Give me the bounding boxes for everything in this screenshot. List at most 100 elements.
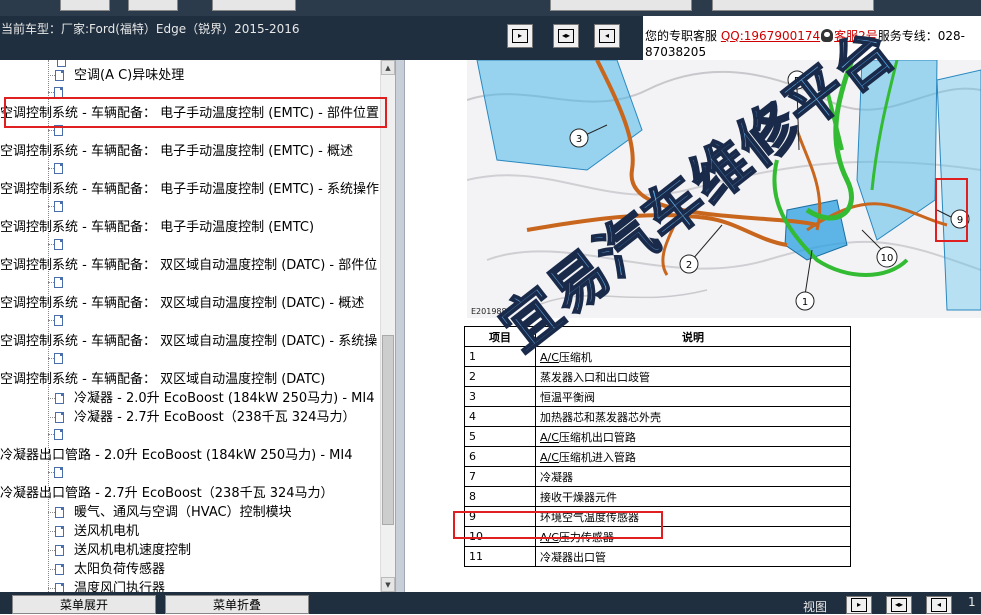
tree-item[interactable]: 空调(A C)异味处理 <box>74 67 184 84</box>
view-label: 视图 <box>803 600 828 614</box>
tree-connector-line <box>48 92 54 93</box>
parts-table-row: 7 冷凝器 <box>464 466 851 487</box>
part-description-cell: 加热器芯和蒸发器芯外壳 <box>535 406 851 427</box>
tree-connector-line <box>48 472 54 473</box>
part-description: 压缩机 <box>558 350 592 364</box>
bottom-bar: 菜单展开 菜单折叠 视图 ▸ ◂▸ ◂ 1 <box>0 592 981 614</box>
tree-connector-line <box>48 398 55 399</box>
hotline-number: 87038205 <box>645 45 707 59</box>
panel-splitter[interactable] <box>395 60 405 592</box>
tree-item[interactable]: 暖气、通风与空调（HVAC）控制模块 <box>74 504 292 521</box>
tree-connector-line <box>48 531 55 532</box>
toolbar-button-5[interactable] <box>712 0 874 11</box>
parts-table-row: 3 恒温平衡阀 <box>464 386 851 407</box>
panel-left-icon: ▸ <box>512 29 528 43</box>
tree-connector-line <box>48 434 54 435</box>
tree-item[interactable]: 空调控制系统 - 车辆配备： 双区域自动温度控制 (DATC) <box>0 371 325 388</box>
tree-item[interactable]: 太阳负荷传感器 <box>74 561 165 578</box>
part-description-prefix[interactable]: A/C <box>540 451 559 464</box>
part-description-cell: A/C压缩机 <box>535 346 851 367</box>
tree-item[interactable]: 温度风门执行器 <box>74 580 165 592</box>
scroll-up-arrow[interactable]: ▲ <box>381 60 395 75</box>
tree-item[interactable]: 空调控制系统 - 车辆配备： 双区域自动温度控制 (DATC) - 概述 <box>0 295 364 312</box>
tree-item[interactable]: 空调控制系统 - 车辆配备： 双区域自动温度控制 (DATC) - 系统操 <box>0 333 377 350</box>
part-description-cell: 冷凝器出口管 <box>535 546 851 567</box>
callout-3: 3 <box>576 134 582 145</box>
view-right-button[interactable]: ◂ <box>594 24 620 48</box>
tree-connector-line <box>48 168 54 169</box>
part-item-number: 6 <box>464 446 536 467</box>
tree-scrollbar[interactable]: ▲ ▼ <box>380 60 395 592</box>
page-number: 1 <box>968 595 976 609</box>
parts-table-row: 4 加热器芯和蒸发器芯外壳 <box>464 406 851 427</box>
tree-connector-line <box>48 588 55 589</box>
part-description-cell: 冷凝器 <box>535 466 851 487</box>
document-icon <box>54 201 63 212</box>
toolbar-button-3[interactable] <box>212 0 296 11</box>
parts-table-row: 2 蒸发器入口和出口歧管 <box>464 366 851 387</box>
tree-item[interactable]: 空调控制系统 - 车辆配备： 电子手动温度控制 (EMTC) - 系统操作 <box>0 181 379 198</box>
panel-left-icon: ▸ <box>851 598 867 612</box>
collapse-menu-button[interactable]: 菜单折叠 <box>165 595 309 614</box>
toolbar-button-1[interactable] <box>60 0 110 11</box>
tree-item[interactable]: 冷凝器出口管路 - 2.7升 EcoBoost（238千瓦 324马力） <box>0 485 334 502</box>
part-description: 压缩机进入管路 <box>558 450 636 464</box>
tree-connector-line <box>48 569 55 570</box>
part-description-cell: A/C压缩机出口管路 <box>535 426 851 447</box>
document-icon <box>55 393 64 404</box>
part-description: 恒温平衡阀 <box>540 390 595 404</box>
tree-item[interactable]: 送风机电机速度控制 <box>74 542 191 559</box>
part-description: 加热器芯和蒸发器芯外壳 <box>540 410 661 424</box>
footer-view-right-button[interactable]: ◂ <box>926 596 952 614</box>
document-icon <box>55 583 64 592</box>
part-description: 接收干燥器元件 <box>540 490 617 504</box>
part-description-prefix[interactable]: A/C <box>540 431 559 444</box>
tree-item[interactable]: 冷凝器 - 2.0升 EcoBoost (184kW 250马力) - MI4 <box>74 390 374 407</box>
navigation-tree-panel: 空调(A C)异味处理空调控制系统 - 车辆配备： 电子手动温度控制 (EMTC… <box>0 60 380 592</box>
tree-item[interactable]: 空调控制系统 - 车辆配备： 双区域自动温度控制 (DATC) - 部件位 <box>0 257 377 274</box>
document-icon <box>54 429 63 440</box>
tree-connector-line <box>48 512 55 513</box>
document-icon <box>55 526 64 537</box>
scroll-down-arrow[interactable]: ▼ <box>381 577 395 592</box>
footer-view-left-button[interactable]: ▸ <box>846 596 872 614</box>
tree-connector-line <box>48 282 54 283</box>
tree-item[interactable]: 空调控制系统 - 车辆配备： 电子手动温度控制 (EMTC) - 概述 <box>0 143 353 160</box>
parts-table-row: 5 A/C压缩机出口管路 <box>464 426 851 447</box>
view-left-button[interactable]: ▸ <box>507 24 533 48</box>
panel-split-icon: ◂▸ <box>558 29 574 43</box>
parts-table-row: 11 冷凝器出口管 <box>464 546 851 567</box>
document-icon <box>57 60 66 67</box>
scroll-thumb[interactable] <box>382 335 394 525</box>
toolbar-button-4[interactable] <box>550 0 692 11</box>
tree-item[interactable]: 冷凝器出口管路 - 2.0升 EcoBoost (184kW 250马力) - … <box>0 447 352 464</box>
parts-table-row: 6 A/C压缩机进入管路 <box>464 446 851 467</box>
toolbar-button-2[interactable] <box>128 0 178 11</box>
callout-10: 10 <box>881 253 894 264</box>
tree-connector-line <box>48 244 54 245</box>
part-description: 冷凝器出口管 <box>540 550 606 564</box>
hotline-label: 服务专线：028- <box>877 29 966 43</box>
qq-link[interactable]: QQ:1967900174 <box>721 29 820 43</box>
part-description-cell: A/C压缩机进入管路 <box>535 446 851 467</box>
document-icon <box>54 239 63 250</box>
expand-menu-button[interactable]: 菜单展开 <box>12 595 156 614</box>
current-car-model: 当前车型：厂家:Ford(福特）Edge（锐界）2015-2016 <box>1 22 300 36</box>
document-icon <box>54 277 63 288</box>
part-item-number: 8 <box>464 486 536 507</box>
panel-split-icon: ◂▸ <box>891 598 907 612</box>
panel-right-icon: ◂ <box>931 598 947 612</box>
footer-view-split-button[interactable]: ◂▸ <box>886 596 912 614</box>
tree-item[interactable]: 送风机电机 <box>74 523 139 540</box>
tree-item[interactable]: 冷凝器 - 2.7升 EcoBoost（238千瓦 324马力） <box>74 409 356 426</box>
document-icon <box>54 467 63 478</box>
document-icon <box>54 163 63 174</box>
tree-item[interactable]: 空调控制系统 - 车辆配备： 电子手动温度控制 (EMTC) <box>0 219 314 236</box>
tree-connector-line <box>48 550 55 551</box>
tree-connector-line <box>48 417 55 418</box>
document-icon <box>54 315 63 326</box>
view-split-button[interactable]: ◂▸ <box>553 24 579 48</box>
part-item-number: 2 <box>464 366 536 387</box>
highlight-box-selected-tree-item <box>4 97 387 128</box>
document-icon <box>55 545 64 556</box>
